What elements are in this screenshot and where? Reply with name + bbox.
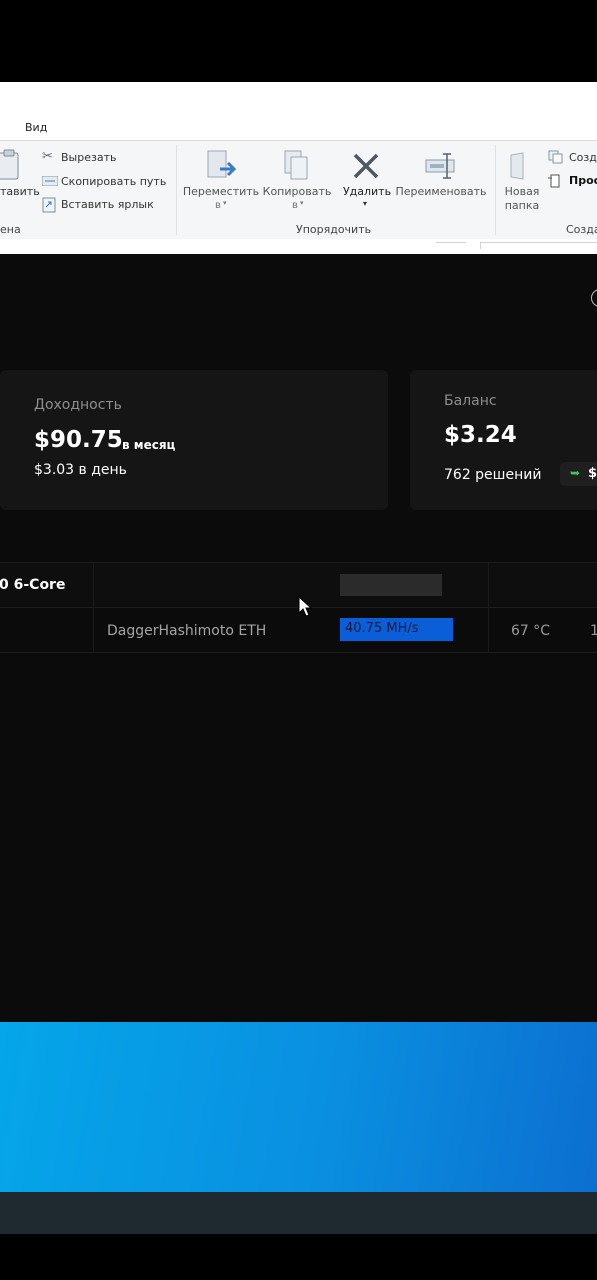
easy-access-label: Прос (569, 174, 597, 187)
chevron-down-icon: ▾ (223, 199, 227, 207)
new-item-icon (548, 150, 563, 164)
extra-value: 1 (590, 623, 597, 639)
delete-x-icon (353, 153, 379, 179)
chevron-down-icon: ▾ (363, 199, 368, 208)
delete-label: Удалить (342, 185, 392, 198)
balance-label: Баланс (444, 393, 497, 409)
top-right-circle-icon[interactable] (591, 289, 597, 307)
ribbon-body: тавить ✂ Вырезать Скопировать путь Встав… (0, 140, 597, 241)
new-folder-button[interactable]: Новая папка (500, 149, 544, 215)
paste-shortcut-label: Вставить ярлык (61, 198, 154, 211)
scissors-icon: ✂ (42, 149, 53, 164)
table-divider (0, 652, 597, 653)
create-group-label: Созда (566, 223, 597, 236)
desktop-wallpaper (0, 1022, 597, 1192)
rename-icon (425, 153, 455, 179)
address-bar-segment (436, 242, 466, 249)
device-hashrate-bar (340, 574, 442, 596)
group-divider (495, 145, 496, 235)
profitability-amount: $90.75 (34, 427, 123, 453)
mining-app-window: Доходность $90.75 в месяц $3.03 в день Б… (0, 254, 597, 1022)
paste-button[interactable]: тавить (0, 149, 40, 199)
organize-group-label: Упорядочить (296, 223, 372, 236)
paste-label: тавить (0, 185, 40, 198)
copy-to-label: Копировать (262, 185, 332, 198)
clipboard-group-label: ена (0, 223, 21, 236)
balance-amount: $3.24 (444, 422, 517, 448)
paste-icon (0, 149, 19, 180)
balance-card: Баланс $3.24 762 решений ➥ $ (410, 370, 597, 510)
easy-access-icon (548, 174, 560, 188)
new-folder-label-2: папка (504, 199, 540, 212)
move-to-button[interactable]: Переместить в ▾ (182, 149, 260, 215)
profitability-card: Доходность $90.75 в месяц $3.03 в день (0, 370, 388, 510)
rename-label: Переименовать (395, 185, 487, 198)
address-bar-strip (0, 239, 597, 254)
move-to-icon (207, 150, 237, 178)
hashrate-cell[interactable]: 40.75 MH/s (340, 618, 453, 641)
profitability-label: Доходность (34, 397, 122, 413)
cut-label: Вырезать (61, 151, 117, 164)
move-to-label: Переместить (182, 185, 260, 198)
column-divider (93, 563, 94, 652)
new-folder-icon (510, 152, 524, 180)
column-divider (488, 563, 489, 652)
explorer-ribbon: Вид тавить ✂ Вырезать Скопировать путь В… (0, 82, 597, 254)
tab-view[interactable]: Вид (25, 121, 47, 134)
copy-path-label: Скопировать путь (61, 175, 167, 188)
hashrate-value: 40.75 MH/s (345, 621, 419, 636)
ribbon-tab-strip: Вид (0, 82, 597, 140)
profitability-period: в месяц (122, 438, 176, 452)
rename-button[interactable]: Переименовать (394, 149, 488, 215)
search-box-segment (480, 242, 597, 249)
temperature-value: 67 °C (511, 623, 551, 639)
mouse-cursor-icon (298, 596, 312, 617)
payout-amount: $ (588, 466, 597, 481)
group-divider (176, 145, 177, 235)
new-folder-label-1: Новая (504, 185, 540, 198)
algorithm-name: DaggerHashimoto ETH (107, 623, 267, 639)
new-item-label: Созда (569, 151, 597, 164)
copy-path-icon (42, 176, 58, 186)
delete-button[interactable]: Удалить ▾ (340, 149, 394, 215)
payout-chip[interactable]: ➥ $ (560, 462, 597, 486)
chevron-down-icon: ▾ (300, 199, 304, 207)
copy-to-button[interactable]: Копировать в ▾ (260, 149, 334, 215)
device-name: 0 6-Core (0, 577, 66, 593)
copy-to-icon (284, 150, 308, 180)
profitability-daily: $3.03 в день (34, 462, 127, 478)
balance-solutions: 762 решений (444, 467, 542, 483)
taskbar (0, 1192, 597, 1234)
paste-shortcut-icon (42, 197, 56, 213)
payout-icon: ➥ (570, 466, 581, 480)
